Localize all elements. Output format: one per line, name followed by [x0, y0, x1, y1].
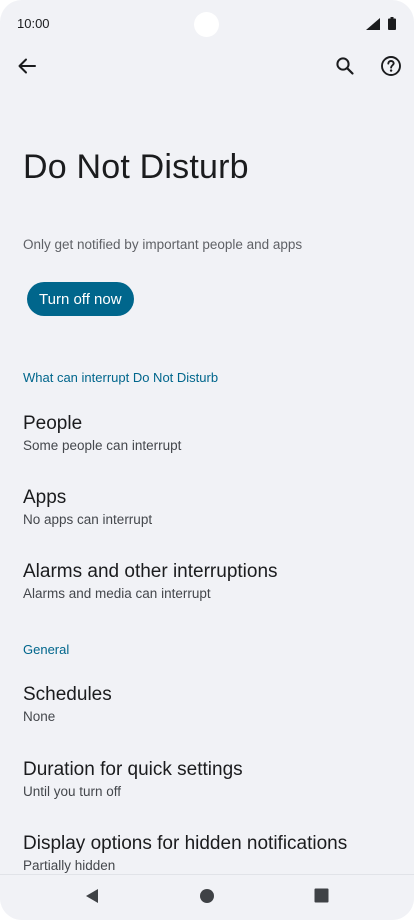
list-item-title: Alarms and other interruptions	[23, 561, 278, 582]
list-item-title: People	[23, 413, 83, 434]
list-item-title: Display options for hidden notifications	[23, 833, 348, 854]
nav-home-icon	[199, 888, 215, 909]
list-item-apps[interactable]: Apps No apps can interrupt	[0, 486, 414, 529]
search-icon	[335, 56, 355, 81]
list-item-summary: Alarms and media can interrupt	[23, 586, 211, 601]
nav-recents-button[interactable]	[306, 883, 336, 913]
signal-icon	[366, 17, 380, 35]
list-item-title: Apps	[23, 487, 67, 508]
list-item-title: Duration for quick settings	[23, 759, 243, 780]
nav-back-button[interactable]	[77, 883, 107, 913]
nav-back-icon	[85, 888, 99, 909]
list-item-summary: Until you turn off	[23, 784, 122, 799]
system-navigation-bar	[0, 874, 414, 920]
phone-screen: 10:00 Do Not Disturb Only get notified b…	[0, 0, 414, 920]
list-item-summary: Partially hidden	[23, 858, 116, 873]
top-app-bar	[0, 48, 414, 88]
list-item-summary: None	[23, 709, 56, 724]
list-item-display-options[interactable]: Display options for hidden notifications…	[0, 832, 414, 875]
section-header-general: General	[23, 642, 70, 657]
list-item-alarms[interactable]: Alarms and other interruptions Alarms an…	[0, 560, 414, 603]
status-bar: 10:00	[0, 0, 414, 48]
nav-home-button[interactable]	[192, 883, 222, 913]
list-item-schedules[interactable]: Schedules None	[0, 683, 414, 726]
arrow-back-icon	[17, 56, 37, 81]
status-icons	[366, 17, 396, 35]
list-item-summary: No apps can interrupt	[23, 512, 153, 527]
back-button[interactable]	[7, 48, 47, 88]
page-subtitle: Only get notified by important people an…	[23, 237, 303, 252]
nav-recents-icon	[314, 888, 329, 908]
help-icon	[380, 55, 402, 82]
list-item-people[interactable]: People Some people can interrupt	[0, 412, 414, 455]
list-item-duration[interactable]: Duration for quick settings Until you tu…	[0, 758, 414, 801]
list-item-title: Schedules	[23, 684, 112, 705]
help-button[interactable]	[371, 48, 411, 88]
search-button[interactable]	[325, 48, 365, 88]
battery-icon	[388, 17, 396, 35]
section-header-interruptions: What can interrupt Do Not Disturb	[23, 370, 219, 385]
page-title: Do Not Disturb	[23, 148, 249, 186]
camera-cutout	[194, 12, 219, 37]
turn-off-now-button[interactable]: Turn off now	[27, 282, 134, 316]
list-item-summary: Some people can interrupt	[23, 438, 182, 453]
status-time: 10:00	[17, 16, 50, 31]
